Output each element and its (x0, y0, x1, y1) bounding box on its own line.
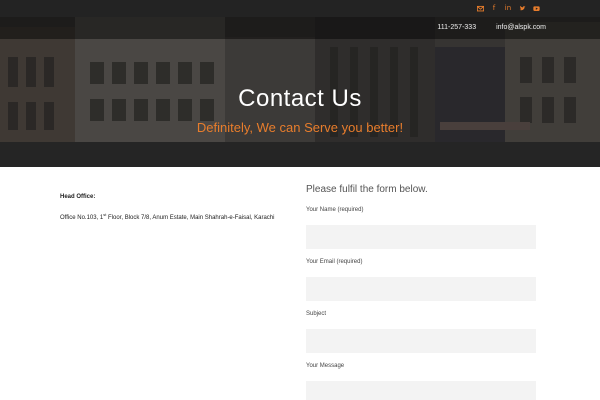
subject-field[interactable] (306, 329, 536, 353)
message-field[interactable] (306, 381, 536, 400)
page-title: Contact Us (238, 85, 362, 112)
facebook-icon[interactable]: f (490, 4, 498, 12)
page-subtitle: Definitely, We can Serve you better! (196, 120, 404, 135)
linkedin-icon[interactable]: in (504, 4, 512, 12)
name-label: Your Name (required) (306, 207, 364, 213)
hero-banner: 111-257-333 info@alspk.com Contact Us De… (0, 17, 600, 167)
office-label: Head Office: (60, 194, 96, 200)
message-label: Your Message (306, 363, 345, 369)
email-label: Your Email (required) (306, 259, 363, 265)
email-link[interactable]: info@alspk.com (496, 24, 546, 31)
top-bar: f in (0, 0, 600, 17)
youtube-icon[interactable] (532, 4, 540, 12)
header-contact: 111-257-333 info@alspk.com (437, 24, 546, 31)
office-address: Office No.103, 1st Floor, Block 7/8, Anu… (60, 212, 275, 221)
subject-label: Subject (306, 311, 327, 317)
name-field[interactable] (306, 225, 536, 249)
twitter-icon[interactable] (518, 4, 526, 12)
social-links: f in (476, 4, 540, 12)
envelope-icon[interactable] (476, 4, 484, 12)
phone-link[interactable]: 111-257-333 (437, 24, 476, 31)
form-heading: Please fulfil the form below. (306, 184, 428, 195)
email-field[interactable] (306, 277, 536, 301)
